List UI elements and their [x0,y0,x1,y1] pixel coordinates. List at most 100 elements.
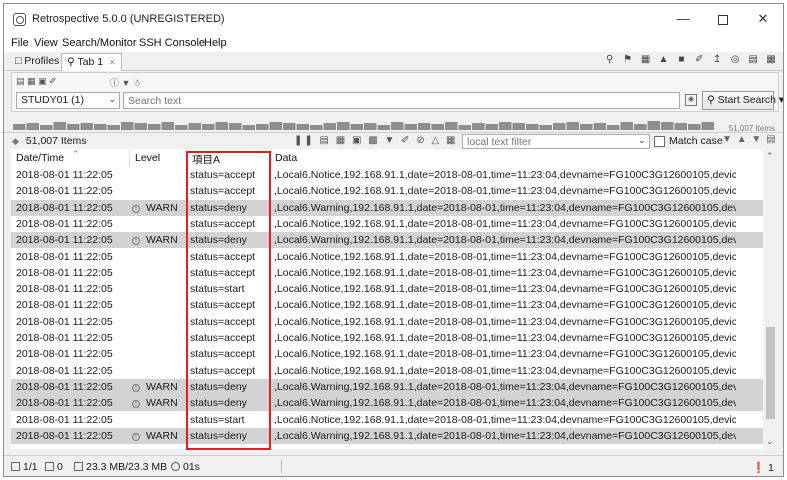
table-row[interactable]: 2018-08-01 11:22:05 status=accept ,Local6.… [11,297,763,313]
clock-icon [171,462,180,471]
column-divider[interactable] [186,149,187,167]
results-tools-right: ▼ ▲ ▼ ▤ [722,134,777,145]
edit-icon[interactable]: ✐ [49,76,57,86]
menu-help[interactable]: Help [204,37,227,49]
match-case-checkbox[interactable] [654,136,665,147]
table-row[interactable]: 2018-08-01 11:22:05 status=accept ,Local6.… [11,249,763,265]
panel-icon[interactable]: ▤ [766,134,776,145]
highlight-icon[interactable]: ■ [675,54,687,66]
table-row[interactable]: 2018-08-01 11:22:05 status=accept ,Local6.… [11,330,763,346]
study-select[interactable]: STUDY01 (1) ⌄ [16,92,120,109]
cell-level-value: WARN [146,397,178,410]
grid-icon[interactable]: ▦ [765,54,777,66]
table-row[interactable]: 2018-08-01 11:22:05 status=accept ,Local6.… [11,346,763,362]
column-level-header[interactable]: Level [135,152,160,164]
table-row[interactable]: 2018-08-01 11:22:05! WARN status=deny ,Loca… [11,378,763,396]
start-search-button[interactable]: ⚲ Start Search ▾ [702,91,783,110]
search-options-icon[interactable]: ◉ [685,94,697,106]
cell-date: 2018-08-01 11:22:05 [16,364,113,377]
menu-file[interactable]: File [11,37,29,49]
flag-icon[interactable]: ⚑ [622,54,634,66]
menu-search-monitor[interactable]: Search/Monitor [62,37,137,49]
table-row[interactable]: 2018-08-01 11:22:05 status=accept ,Local6.… [11,183,763,199]
cell-data: ,Local6.Notice,192.168.91.1,date=2018-08… [274,250,736,263]
status-notifications[interactable]: ❗ 1 [752,461,774,474]
table-row[interactable]: 2018-08-01 11:22:05! WARN status=deny ,Loca… [11,199,763,216]
table-row[interactable]: 2018-08-01 11:22:05! WARN status=deny ,Loca… [11,427,763,445]
table-row[interactable]: 2018-08-01 11:22:05! WARN status=deny ,Loca… [11,232,763,249]
dropdown-arrow-icon: ▾ [778,94,784,106]
table-row[interactable]: 2018-08-01 11:22:05 status=accept ,Local6.… [11,265,763,281]
column-divider[interactable] [129,149,130,167]
menu-ssh-console[interactable]: SSH Console [139,37,205,49]
filter-up-icon[interactable]: ▲ [737,134,748,145]
histogram-bar [526,124,539,130]
column-data-header[interactable]: Data [275,152,297,164]
vertical-scrollbar[interactable]: ⌃ ⌄ [763,149,778,449]
select-icon[interactable]: ▩ [368,135,379,146]
info-icon[interactable]: ⓘ [110,78,119,88]
status-icon[interactable]: ◎ [729,54,741,66]
tab-bar: □ Profiles ⚲ Tab 1 ✕ ⚲ ⚑ ▦ ▲ ■ ✐ ↥ ◎ ▤ ▦ [4,52,783,71]
histogram-bar [607,125,620,130]
regex-icon[interactable]: ☃ [133,78,141,88]
table-row[interactable]: 2018-08-01 11:22:05 status=accept ,Local6.… [11,363,763,379]
tool-icon[interactable]: ✐ [693,54,705,66]
table-row[interactable]: 2018-08-01 11:22:05 status=start ,Local6.N… [11,281,763,297]
cell-level-value: WARN [146,234,178,247]
table-row[interactable]: 2018-08-01 11:22:05 status=accept ,Local6.… [11,216,763,232]
table-row[interactable]: 2018-08-01 11:22:05 status=start ,Local6.N… [11,412,763,428]
alert-icon[interactable]: ▲ [657,54,669,66]
highlight-icon[interactable]: ✐ [401,135,411,146]
report-icon[interactable]: ▦ [640,54,652,66]
cell-data: ,Local6.Warning,192.168.91.1,date=2018-0… [274,429,736,442]
expand-icon[interactable]: ◆ [12,136,19,146]
tab-close-icon[interactable]: ✕ [109,58,116,67]
scroll-down-icon[interactable]: ⌄ [766,436,774,447]
cell-level: ! WARN [131,430,186,442]
menu-view[interactable]: View [34,37,58,49]
warning-icon[interactable]: △ [432,135,442,146]
table-row[interactable]: 2018-08-01 11:22:05 status=accept ,Local6.… [11,167,763,183]
status-memory-value: 23.3 MB/23.3 MB [86,461,168,473]
table-row[interactable]: 2018-08-01 11:22:05! WARN status=deny ,Loca… [11,395,763,412]
items-count-label: 51,007 Items [25,135,87,147]
cell-date: 2018-08-01 11:22:05 [16,283,113,296]
copy-rows-icon[interactable]: ▣ [352,135,363,146]
histogram-bar [242,125,255,130]
filter-dropdown-icon[interactable]: ⌄ [638,135,646,146]
search-panel: ▤ ▦ ▣ ✐ ⓘ ▼ ☃ STUDY01 (1) ⌄ ◉ ⚲ Start Se… [11,72,783,112]
copy-icon[interactable]: ▣ [38,76,47,86]
table-row[interactable]: 2018-08-01 11:22:05 status=accept ,Local6.… [11,314,763,330]
columns-icon[interactable]: ▤ [320,135,331,146]
layout-icon[interactable]: ▤ [747,54,759,66]
maximize-button[interactable] [703,4,743,34]
save-icon[interactable]: ▦ [27,76,36,86]
table-icon[interactable]: ▦ [446,135,457,146]
filter-down-icon[interactable]: ▼ [751,134,762,145]
scroll-up-icon[interactable]: ⌃ [766,151,774,162]
scrollbar-thumb[interactable] [766,327,775,419]
filter-icon[interactable]: ▼ [122,78,131,88]
local-text-filter-input[interactable] [462,134,650,149]
clear-icon[interactable]: ⊘ [416,135,426,146]
cell-data: ,Local6.Warning,192.168.91.1,date=2018-0… [274,397,736,410]
column-date-header[interactable]: Date/Time ⌃ [16,149,80,164]
timeline-histogram[interactable]: 51,007 Items [11,116,779,133]
column-divider[interactable] [271,149,272,167]
chart-icon[interactable]: ↥ [711,54,723,66]
table-header: Date/Time ⌃ Level 項目A Data [11,149,763,167]
open-icon[interactable]: ▤ [16,76,25,86]
column-item-header[interactable]: 項目A [192,152,220,167]
minimize-button[interactable]: — [663,4,703,34]
filter-icon[interactable]: ▼ [722,134,733,145]
warning-icon: ! [132,432,140,441]
sort-icon[interactable]: ▼ [384,135,396,146]
tab-1[interactable]: ⚲ Tab 1 ✕ [61,53,122,71]
close-button[interactable]: ✕ [743,4,783,34]
export-icon[interactable]: ▦ [336,135,347,146]
pause-icon[interactable]: ❚❚ [294,135,315,146]
tab-profiles[interactable]: □ Profiles [10,53,64,71]
find-icon[interactable]: ⚲ [604,54,616,66]
search-input[interactable] [123,92,680,109]
